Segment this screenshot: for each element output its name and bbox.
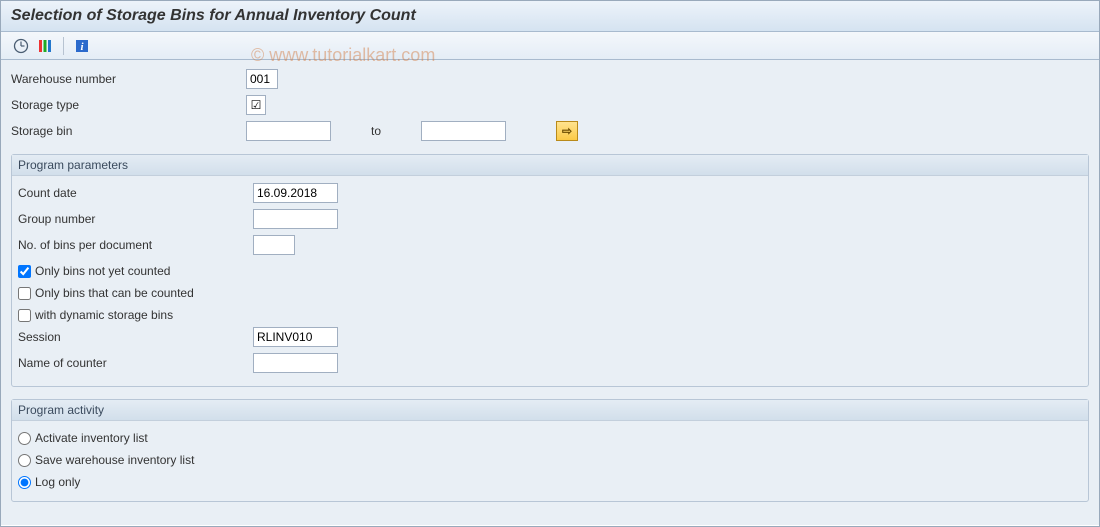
session-input[interactable]: [253, 327, 338, 347]
save-warehouse-label: Save warehouse inventory list: [35, 453, 194, 467]
count-date-input[interactable]: [253, 183, 338, 203]
storage-bin-to-input[interactable]: [421, 121, 506, 141]
bins-per-doc-input[interactable]: [253, 235, 295, 255]
bins-per-doc-label: No. of bins per document: [18, 238, 253, 252]
range-to-label: to: [371, 124, 381, 138]
storage-bin-label: Storage bin: [11, 124, 246, 138]
count-date-label: Count date: [18, 186, 253, 200]
save-warehouse-radio[interactable]: [18, 454, 31, 467]
session-label: Session: [18, 330, 253, 344]
log-only-label: Log only: [35, 475, 80, 489]
only-bins-not-counted-label: Only bins not yet counted: [35, 264, 170, 278]
storage-type-label: Storage type: [11, 98, 246, 112]
execute-icon[interactable]: [11, 36, 31, 56]
warehouse-number-label: Warehouse number: [11, 72, 246, 86]
page-title: Selection of Storage Bins for Annual Inv…: [1, 1, 1099, 32]
log-only-radio[interactable]: [18, 476, 31, 489]
warehouse-number-input[interactable]: [246, 69, 278, 89]
variant-icon[interactable]: [35, 36, 55, 56]
with-dynamic-bins-checkbox[interactable]: [18, 309, 31, 322]
storage-bin-from-input[interactable]: [246, 121, 331, 141]
program-activity-title: Program activity: [12, 400, 1088, 421]
group-number-label: Group number: [18, 212, 253, 226]
storage-type-matchcode[interactable]: ☑: [246, 95, 266, 115]
program-parameters-group: Program parameters Count date Group numb…: [11, 154, 1089, 387]
toolbar: i: [1, 32, 1099, 60]
activate-inventory-label: Activate inventory list: [35, 431, 148, 445]
info-icon[interactable]: i: [72, 36, 92, 56]
content-area: Warehouse number Storage type ☑ Storage …: [1, 60, 1099, 525]
only-bins-not-counted-checkbox[interactable]: [18, 265, 31, 278]
only-bins-can-be-counted-label: Only bins that can be counted: [35, 286, 194, 300]
group-number-input[interactable]: [253, 209, 338, 229]
multiple-selection-icon[interactable]: ⇨: [556, 121, 578, 141]
only-bins-can-be-counted-checkbox[interactable]: [18, 287, 31, 300]
with-dynamic-bins-label: with dynamic storage bins: [35, 308, 173, 322]
name-of-counter-label: Name of counter: [18, 356, 253, 370]
program-activity-group: Program activity Activate inventory list…: [11, 399, 1089, 502]
activate-inventory-radio[interactable]: [18, 432, 31, 445]
toolbar-separator: [63, 37, 64, 55]
name-of-counter-input[interactable]: [253, 353, 338, 373]
program-parameters-title: Program parameters: [12, 155, 1088, 176]
